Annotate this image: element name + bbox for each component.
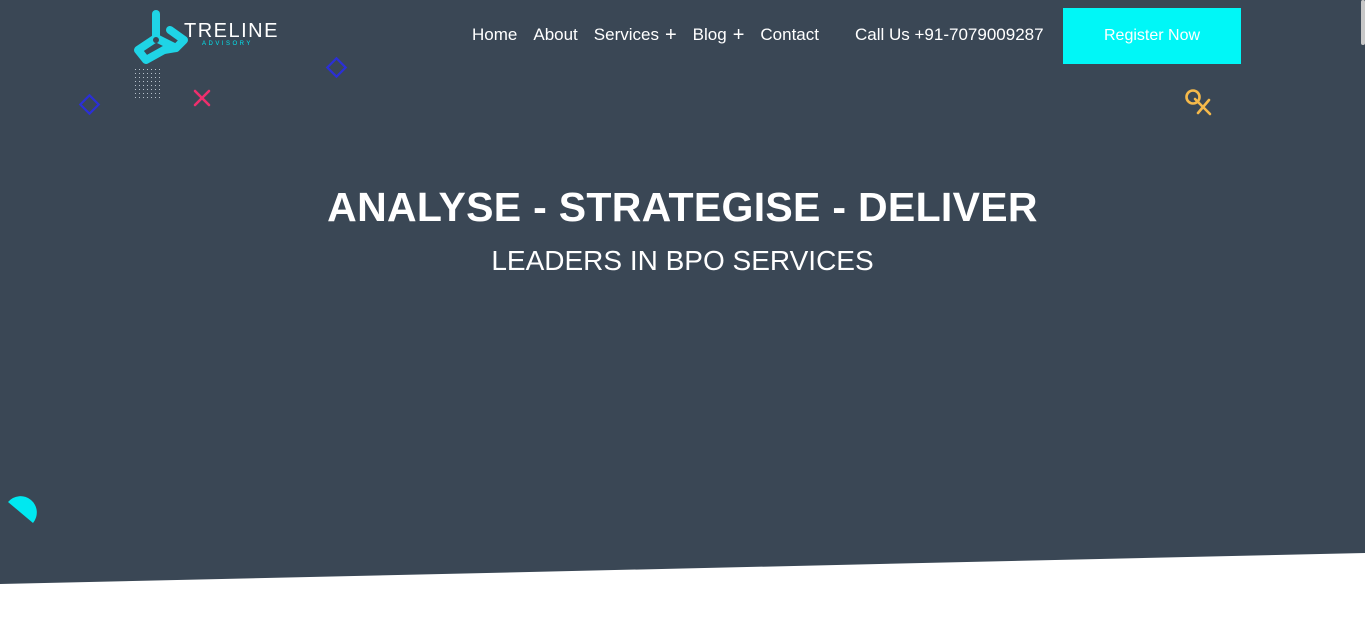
nav-item-label: About: [533, 25, 578, 44]
diamond-shape-icon: [78, 93, 101, 116]
nav-item-blog[interactable]: Blog +: [693, 24, 745, 46]
plus-icon[interactable]: +: [665, 25, 677, 45]
dot-grid-pattern: [135, 69, 161, 101]
cross-shape-icon: [193, 89, 211, 107]
nav-item-label: Contact: [760, 25, 819, 44]
hero-section: TRELINE ADVISORY Home About Services + B…: [0, 0, 1365, 626]
brand-tagline: ADVISORY: [202, 41, 253, 47]
brand-logo-link[interactable]: TRELINE ADVISORY: [130, 8, 277, 66]
half-circle-shape-icon: [8, 496, 37, 523]
nav-item-label: Blog: [692, 25, 727, 44]
logo-mark-icon: [134, 10, 188, 64]
nav-item-services[interactable]: Services +: [594, 24, 677, 46]
nav-item-about[interactable]: About: [533, 24, 577, 46]
nav-item-label: Services: [593, 25, 659, 44]
nav-item-contact[interactable]: Contact: [760, 24, 819, 46]
scrollbar-thumb[interactable]: [1361, 0, 1365, 45]
plus-icon[interactable]: +: [733, 25, 745, 45]
brand-name: TRELINE: [184, 20, 279, 42]
register-now-button[interactable]: Register Now: [1063, 8, 1241, 64]
circle-cross-shape-icon: [1185, 89, 1212, 116]
hero-subtitle: LEADERS IN BPO SERVICES: [491, 245, 874, 276]
nav-item-home[interactable]: Home: [472, 24, 517, 46]
main-nav: Home About Services + Blog + Contact: [472, 24, 835, 46]
hero-title: ANALYSE - STRATEGISE - DELIVER: [327, 184, 1038, 230]
diamond-shape-icon: [325, 56, 348, 79]
nav-item-label: Home: [472, 25, 518, 44]
call-us-link[interactable]: Call Us +91-7079009287: [855, 24, 1044, 46]
